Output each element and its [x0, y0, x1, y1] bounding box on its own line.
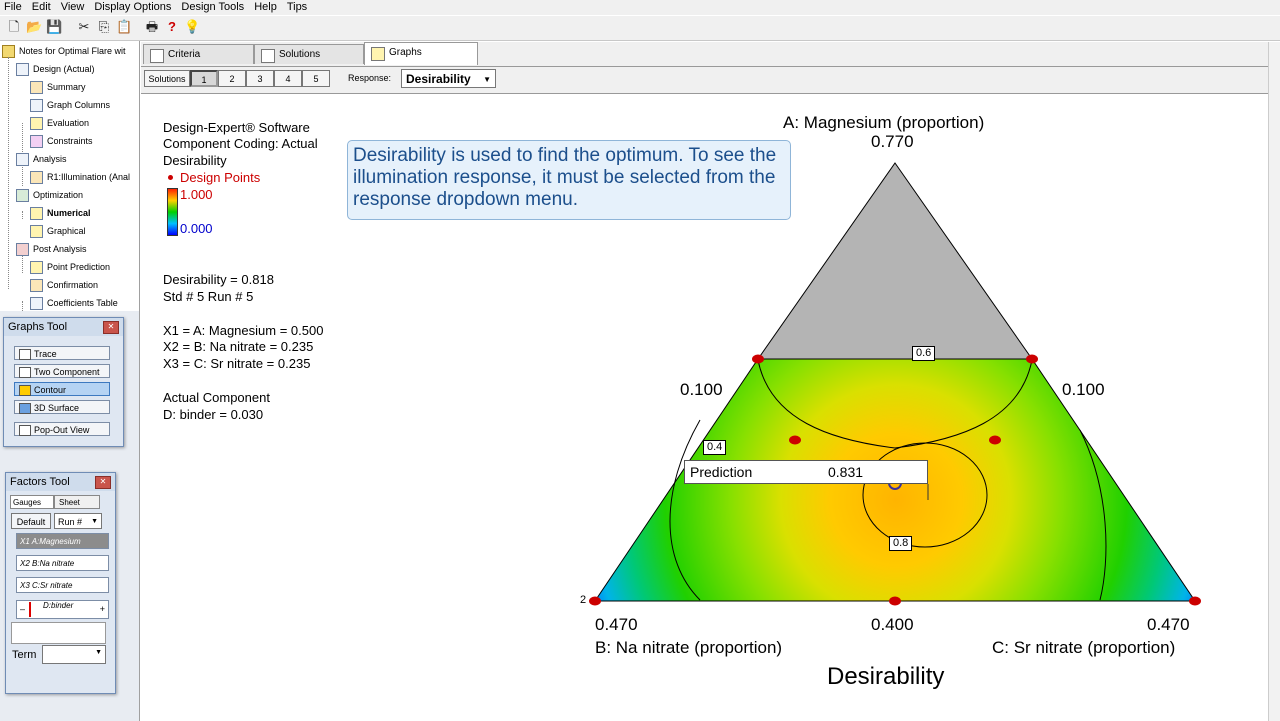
axis-c-max: 0.470: [1147, 615, 1190, 634]
design-point: [752, 354, 764, 364]
design-point: [589, 596, 601, 606]
axis-c-min: 0.400: [871, 615, 914, 634]
design-point: [1026, 354, 1038, 364]
tip-callout: Desirability is used to find the optimum…: [347, 140, 791, 220]
point-count-label: 2: [580, 594, 587, 606]
prediction-value: 0.831: [828, 464, 864, 480]
axis-a-label: A: Magnesium (proportion): [783, 113, 985, 132]
design-point: [1189, 596, 1201, 606]
excluded-region: [757, 162, 1033, 360]
design-point: [889, 596, 901, 606]
prediction-label: Prediction: [690, 464, 753, 480]
axis-a-max: 0.770: [871, 132, 914, 151]
axis-a-min-right: 0.100: [1062, 380, 1105, 399]
contour-label-0.4: 0.4: [703, 440, 727, 455]
prediction-box: Prediction 0.831: [684, 460, 928, 484]
axis-a-min-left: 0.100: [680, 380, 723, 399]
design-point: [789, 435, 801, 445]
contour-label-0.8: 0.8: [889, 536, 913, 551]
contour-label-0.6: 0.6: [912, 346, 936, 361]
design-point: [989, 435, 1001, 445]
chart-title: Desirability: [827, 663, 945, 690]
axis-b-max: 0.470: [595, 615, 638, 634]
ternary-contour-plot: [589, 162, 1201, 606]
axis-b-label: B: Na nitrate (proportion): [595, 638, 783, 657]
axis-c-label: C: Sr nitrate (proportion): [992, 638, 1176, 657]
